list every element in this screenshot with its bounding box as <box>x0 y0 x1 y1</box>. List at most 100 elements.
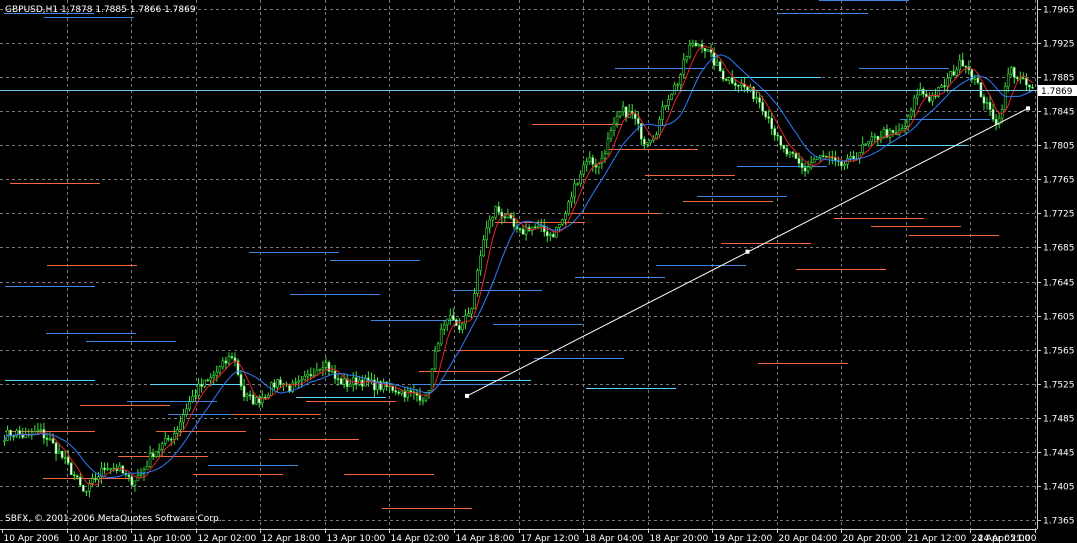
candle-body <box>157 448 161 452</box>
candle-body <box>685 56 689 61</box>
candle-body <box>297 380 300 383</box>
price-tick-label: 1.7605 <box>1043 313 1075 323</box>
candle-body <box>169 438 173 441</box>
candle-body <box>448 315 452 320</box>
candle-body <box>585 161 589 166</box>
price-tick-label: 1.7965 <box>1043 6 1075 16</box>
candle-body <box>618 111 622 117</box>
candle-body <box>940 85 943 88</box>
candle-body <box>797 158 801 164</box>
price-tick-label: 1.7885 <box>1043 74 1075 84</box>
candle-body <box>994 119 998 125</box>
candle-body <box>91 478 94 484</box>
candle-body <box>433 350 437 370</box>
candle-body <box>770 117 774 129</box>
candle-body <box>200 383 203 387</box>
trend-line-handle[interactable] <box>1026 106 1030 111</box>
candle-body <box>588 157 592 162</box>
candle-body <box>673 84 676 95</box>
price-chart[interactable]: 1.7965 1.7925 1.7885 1.7845 1.7805 1.7765 1.77… <box>0 0 1077 543</box>
candle-body <box>303 375 307 381</box>
candle-body <box>870 136 874 142</box>
candle-body <box>667 99 670 106</box>
candle-body <box>785 148 789 155</box>
candle-body <box>69 462 73 475</box>
candle-body <box>282 383 285 386</box>
candle-body <box>166 438 170 440</box>
candle-body <box>533 226 537 229</box>
price-tick-label: 1.7365 <box>1043 517 1075 527</box>
candle-body <box>737 85 740 87</box>
candle-body <box>324 362 328 368</box>
candle-body <box>339 378 343 385</box>
candle-body <box>79 476 82 486</box>
candle-body <box>812 159 816 164</box>
candle-body <box>776 134 780 137</box>
candle-body <box>755 97 758 100</box>
candle-body <box>421 399 425 402</box>
candle-body <box>409 390 413 393</box>
time-tick-label: 12 Apr 02:00 <box>198 534 257 543</box>
candle-body <box>988 102 992 110</box>
trend-line-handle[interactable] <box>465 393 469 398</box>
candle-body <box>479 255 482 271</box>
candle-body <box>912 97 916 111</box>
candle-body <box>488 219 491 229</box>
candle-body <box>767 116 770 119</box>
candle-body <box>539 225 543 228</box>
candle-body <box>864 143 868 146</box>
candle-body <box>300 379 303 382</box>
candle-body <box>664 105 667 108</box>
candle-body <box>818 155 822 158</box>
candle-body <box>609 130 613 140</box>
candle-body <box>758 97 761 103</box>
candle-body <box>470 308 473 314</box>
candle-body <box>712 52 716 66</box>
candle-body <box>239 374 243 387</box>
candle-body <box>615 115 619 124</box>
candle-body <box>603 153 607 159</box>
candle-body <box>840 161 843 167</box>
candle-body <box>564 213 567 220</box>
candle-body <box>697 44 701 47</box>
candle-body <box>494 206 498 218</box>
candle-body <box>306 373 310 377</box>
candle-body <box>982 96 986 104</box>
candle-body <box>176 429 179 434</box>
price-tick-label: 1.7485 <box>1043 415 1075 425</box>
candle-body <box>430 368 434 391</box>
candle-body <box>458 325 461 330</box>
candle-body <box>655 134 658 139</box>
candle-body <box>18 430 21 435</box>
candle-body <box>734 82 737 86</box>
time-tick-label: 19 Apr 12:00 <box>714 534 773 543</box>
candle-body <box>570 196 573 203</box>
trend-line-handle[interactable] <box>745 249 750 254</box>
candle-body <box>248 394 252 397</box>
candle-body <box>891 129 895 133</box>
candle-body <box>45 437 49 440</box>
time-tick-label: 14 Apr 02:00 <box>391 534 450 543</box>
candle-body <box>561 219 564 225</box>
candle-body <box>97 476 100 481</box>
candle-body <box>452 315 455 321</box>
candle-body <box>185 408 188 415</box>
price-tick-label: 1.7925 <box>1043 40 1075 50</box>
candle-body <box>961 59 965 67</box>
candle-body <box>72 474 76 476</box>
candle-body <box>173 433 176 440</box>
candle-body <box>330 370 334 373</box>
time-tick-label: 13 Apr 10:00 <box>327 534 386 543</box>
candle-body <box>57 450 61 454</box>
candle-body <box>928 96 931 102</box>
candle-body <box>154 450 158 457</box>
candle-body <box>746 86 749 91</box>
candle-body <box>163 438 167 444</box>
price-tick-label: 1.7685 <box>1043 244 1075 254</box>
candle-body <box>821 155 825 157</box>
time-tick-label: 14 Apr 18:00 <box>456 534 515 543</box>
candle-body <box>51 438 55 444</box>
candle-body <box>985 102 989 104</box>
candle-body <box>130 476 134 486</box>
candle-body <box>788 151 792 155</box>
